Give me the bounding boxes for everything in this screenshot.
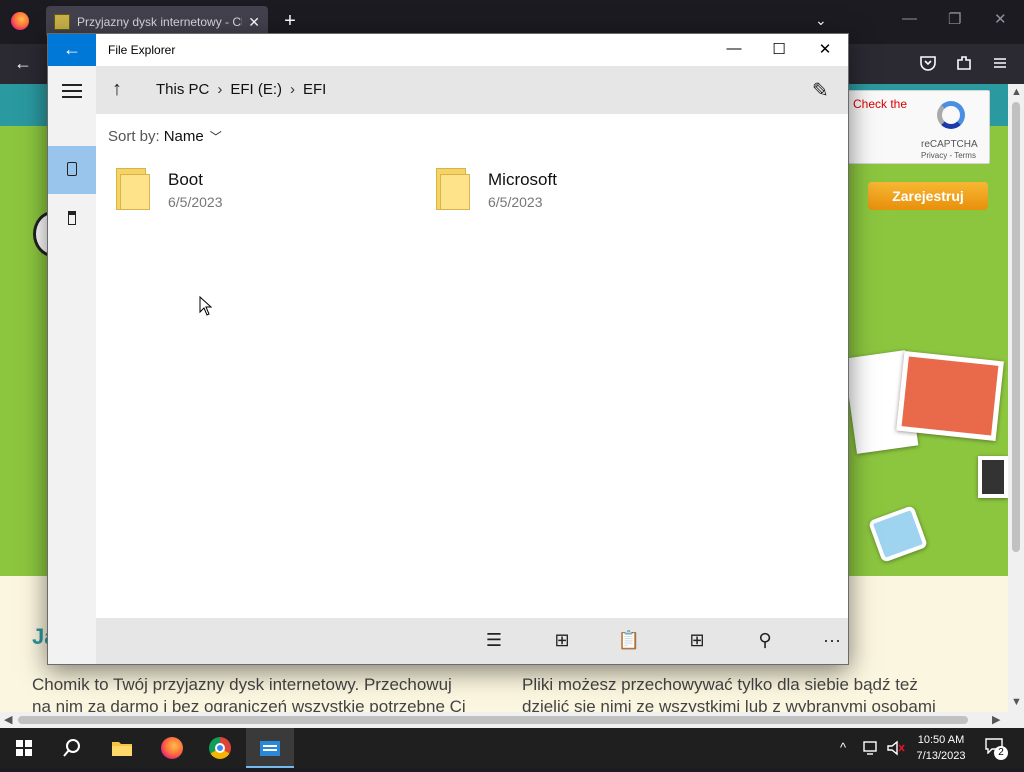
folder-name: Boot [168,170,203,189]
register-button[interactable]: Zarejestruj [868,182,988,210]
sort-by-control[interactable]: Sort by: Name ﹀ [108,128,222,145]
search-icon[interactable]: ⚲ [753,630,777,651]
photo-decoration [896,350,1004,442]
folder-name: Microsoft [488,170,557,189]
device-icon [67,162,77,176]
tab-list-chevron-icon[interactable]: ⌄ [815,12,827,29]
scrollbar-corner [1008,712,1024,728]
page-text-left: Chomik to Twój przyjazny dysk internetow… [32,674,502,712]
photo-decoration [978,456,1008,498]
more-options-icon[interactable]: ··· [820,630,844,651]
search-icon [63,739,80,757]
pocket-icon[interactable] [919,54,937,77]
folder-item-microsoft[interactable]: Microsoft 6/5/2023 [436,166,716,214]
page-text-right-line1: Pliki możesz przechowywać tylko dla sieb… [522,675,918,694]
file-explorer-window: ← File Explorer — ☐ ✕ ↑ This PC › EFI (E… [47,33,849,665]
recaptcha-terms-link[interactable]: Privacy - Terms [921,151,976,160]
paste-icon[interactable]: 📋 [617,630,641,651]
sort-label: Sort by: [108,128,160,145]
recaptcha-label: reCAPTCHA [921,139,978,150]
explorer-address-bar: ↑ This PC › EFI (E:) › EFI ✎ [96,66,848,114]
scroll-left-arrow-icon[interactable]: ◀ [4,713,12,726]
taskbar-file-explorer[interactable] [98,728,146,768]
firefox-menu-icon[interactable] [11,12,29,30]
folder-icon [112,742,132,756]
explorer-back-button[interactable]: ← [48,34,96,66]
vertical-scroll-thumb[interactable] [1012,102,1020,552]
pencil-icon[interactable]: ✎ [812,78,829,103]
file-explorer-title-bar: ← File Explorer — ☐ ✕ [48,34,848,66]
scroll-down-arrow-icon[interactable]: ▼ [1011,696,1022,708]
mouse-cursor-icon [199,296,213,316]
taskbar-file-explorer-app[interactable] [246,728,294,768]
breadcrumb: This PC › EFI (E:) › EFI [156,81,326,98]
image-sticker-icon [867,505,929,563]
breadcrumb-efi-drive[interactable]: EFI (E:) [230,81,282,98]
breadcrumb-separator-icon: › [290,81,296,98]
tab-title: Przyjazny dysk internetowy - Ch [77,15,243,29]
explorer-maximize-button[interactable]: ☐ [769,40,789,58]
file-explorer-app-icon [260,741,280,756]
scroll-right-arrow-icon[interactable]: ▶ [992,713,1000,726]
explorer-command-bar: ☰ ⊞ 📋 ⊞ ⚲ ··· [96,618,848,664]
breadcrumb-efi-folder[interactable]: EFI [303,81,326,98]
site-favicon-icon [54,14,70,30]
browser-close-button[interactable]: ✕ [994,10,1007,28]
explorer-sidebar [48,66,96,664]
recaptcha-logo-icon [937,101,965,129]
volume-muted-icon[interactable] [886,740,906,756]
notification-count-badge: 2 [994,746,1008,760]
folder-date: 6/5/2023 [168,194,223,210]
windows-logo-icon [16,740,32,756]
tray-overflow-chevron-icon[interactable]: ^ [840,740,846,755]
recaptcha-widget[interactable]: Check the reCAPTCHA Privacy - Terms [848,90,990,164]
chrome-icon [209,737,231,759]
recaptcha-check-text: Check the [853,97,908,111]
page-text-right: Pliki możesz przechowywać tylko dla sieb… [522,674,992,712]
tab-close-icon[interactable]: ✕ [248,14,260,31]
firefox-icon [161,737,183,759]
back-arrow-icon[interactable]: ← [14,53,32,74]
breadcrumb-this-pc[interactable]: This PC [156,81,209,98]
folder-item-boot[interactable]: Boot 6/5/2023 [116,166,396,214]
system-clock[interactable]: 10:50 AM 7/13/2023 [906,732,976,764]
browser-restore-button[interactable]: ❐ [948,10,961,28]
notifications-button[interactable]: 2 [980,736,1008,760]
breadcrumb-separator-icon: › [217,81,223,98]
explorer-hamburger-icon[interactable] [62,84,82,98]
up-arrow-icon[interactable]: ↑ [112,78,122,101]
chevron-down-icon: ﹀ [209,130,222,144]
extensions-icon[interactable] [955,54,973,77]
page-text-left-line1: Chomik to Twój przyjazny dysk internetow… [32,675,452,694]
page-horizontal-scrollbar[interactable]: ◀ ▶ [0,712,1008,728]
new-folder-icon[interactable]: ⊞ [550,630,574,651]
horizontal-scroll-thumb[interactable] [18,716,968,724]
network-icon[interactable] [862,740,880,756]
select-items-icon[interactable]: ☰ [482,630,506,651]
explorer-close-button[interactable]: ✕ [815,40,835,58]
new-tab-button[interactable]: + [280,10,300,33]
folder-date: 6/5/2023 [488,194,543,210]
folder-icon [436,168,470,210]
page-text-right-line2: dzielić się nimi ze wszystkimi lub z wyb… [522,697,936,712]
clock-time: 10:50 AM [917,734,965,746]
taskbar-firefox[interactable] [148,728,196,768]
hamburger-menu-icon[interactable] [991,54,1009,77]
scroll-up-arrow-icon[interactable]: ▲ [1011,86,1022,98]
windows-taskbar: ^ 10:50 AM 7/13/2023 2 [0,728,1024,768]
folder-icon [116,168,150,210]
start-button[interactable] [0,728,48,768]
window-title: File Explorer [108,43,176,57]
page-vertical-scrollbar[interactable]: ▲ ▼ [1008,84,1024,712]
browser-minimize-button[interactable]: — [902,10,917,27]
taskbar-chrome[interactable] [196,728,244,768]
usb-drive-icon[interactable] [68,211,76,225]
explorer-minimize-button[interactable]: — [724,40,744,57]
page-text-left-line2: na nim za darmo i bez ograniczeń wszystk… [32,697,466,712]
view-grid-icon[interactable]: ⊞ [685,630,709,651]
clock-date: 7/13/2023 [916,750,966,762]
sidebar-item-this-pc[interactable] [48,146,96,194]
taskbar-search-button[interactable] [48,728,96,768]
sort-value: Name [163,128,204,145]
